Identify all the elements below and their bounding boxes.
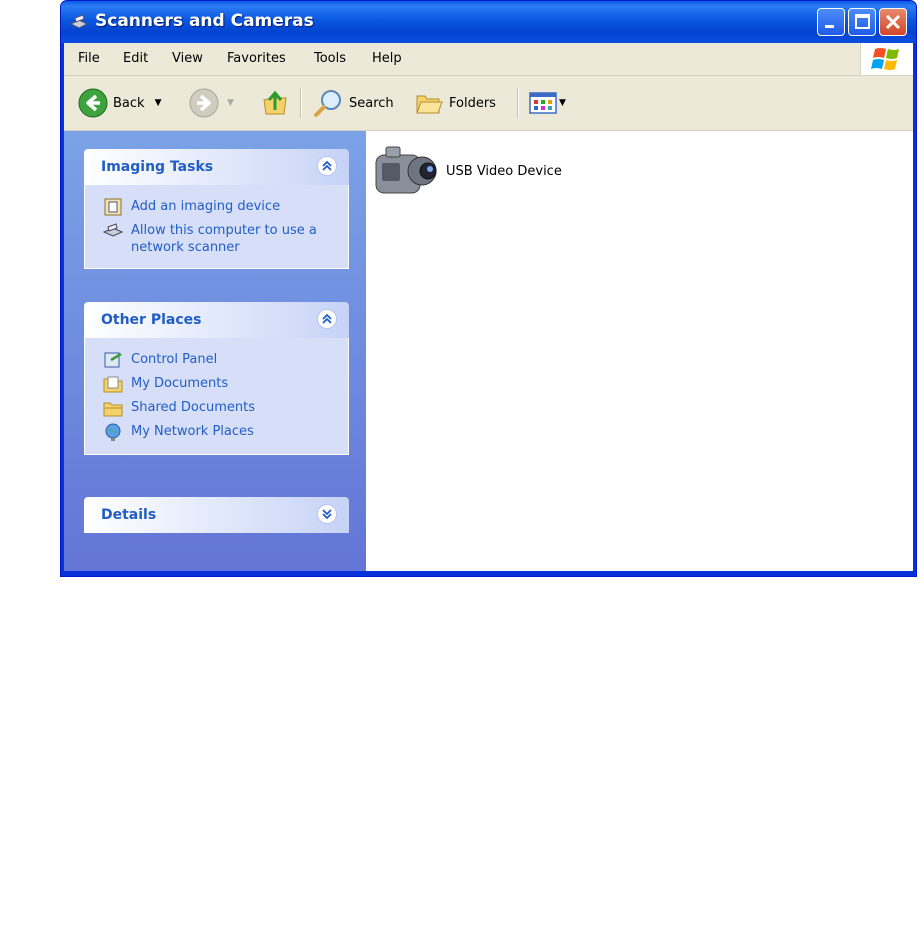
task-add-imaging-device[interactable]: Add an imaging device — [85, 195, 348, 219]
search-label: Search — [349, 95, 394, 111]
file-list-pane: USB Video Device — [366, 131, 913, 571]
imaging-tasks-body: Add an imaging device Allow this compute… — [84, 185, 349, 269]
details-group: Details — [84, 497, 349, 533]
windows-flag-icon — [871, 48, 899, 70]
control-panel-icon — [104, 352, 122, 368]
place-label: Control Panel — [131, 352, 218, 367]
device-label: USB Video Device — [446, 163, 562, 179]
forward-button[interactable]: ▼ — [189, 76, 234, 130]
folders-icon — [416, 95, 443, 114]
place-control-panel[interactable]: Control Panel — [85, 348, 348, 372]
task-label: Add an imaging device — [131, 199, 281, 214]
title-bar[interactable]: Scanners and Cameras — [61, 1, 916, 43]
task-pane: Imaging Tasks Add an imaging device Allo… — [64, 131, 366, 571]
minimize-button[interactable] — [817, 8, 845, 36]
other-places-group: Other Places Control Panel My Documents … — [84, 302, 349, 455]
menu-tools[interactable]: Tools — [314, 51, 346, 66]
device-usb-video[interactable]: USB Video Device — [372, 141, 562, 201]
chevron-up-icon — [322, 160, 332, 171]
up-folder-icon — [263, 90, 287, 115]
details-expand-button[interactable] — [317, 504, 337, 524]
imaging-tasks-header[interactable]: Imaging Tasks — [84, 149, 349, 185]
views-icon — [529, 92, 557, 114]
add-device-icon — [104, 198, 122, 216]
back-button[interactable]: Back ▼ — [78, 76, 161, 130]
imaging-tasks-group: Imaging Tasks Add an imaging device Allo… — [84, 149, 349, 269]
maximize-icon — [855, 14, 870, 29]
content-area: Imaging Tasks Add an imaging device Allo… — [64, 131, 913, 571]
other-places-header[interactable]: Other Places — [84, 302, 349, 338]
camcorder-icon — [375, 146, 437, 194]
window-title: Scanners and Cameras — [95, 11, 314, 31]
other-places-body: Control Panel My Documents Shared Docume… — [84, 338, 349, 455]
chevron-up-icon — [322, 313, 332, 324]
chevron-down-icon — [322, 509, 332, 520]
minimize-icon — [825, 25, 834, 28]
close-button[interactable] — [879, 8, 907, 36]
menu-bar: File Edit View Favorites Tools Help — [64, 43, 913, 76]
folders-button[interactable]: Folders — [414, 76, 496, 130]
place-label: Shared Documents — [131, 400, 256, 415]
scanner-camera-icon — [69, 14, 89, 29]
other-places-collapse-button[interactable] — [317, 309, 337, 329]
place-shared-documents[interactable]: Shared Documents — [85, 396, 348, 420]
views-button[interactable]: ▼ — [529, 76, 566, 130]
task-allow-network-scanner[interactable]: Allow this computer to use a network sca… — [85, 219, 348, 258]
back-arrow-icon — [78, 88, 108, 118]
back-dropdown-icon[interactable]: ▼ — [155, 98, 162, 108]
network-scanner-icon — [103, 223, 123, 237]
toolbar-separator — [300, 88, 302, 118]
forward-dropdown-icon[interactable]: ▼ — [227, 98, 234, 108]
place-label: My Network Places — [131, 424, 254, 439]
my-documents-icon — [103, 376, 123, 393]
place-my-network-places[interactable]: My Network Places — [85, 420, 348, 444]
explorer-window: Scanners and Cameras File Edit View Favo… — [60, 0, 917, 577]
other-places-title: Other Places — [101, 312, 202, 328]
up-folder-button[interactable] — [260, 76, 290, 130]
task-label: Allow this computer to use a network sca… — [131, 223, 317, 255]
windows-logo — [860, 43, 913, 75]
folders-label: Folders — [449, 95, 496, 111]
toolbar: Back ▼ ▼ Search Folders ▼ — [64, 76, 913, 131]
imaging-tasks-collapse-button[interactable] — [317, 156, 337, 176]
imaging-tasks-title: Imaging Tasks — [101, 159, 214, 175]
details-header[interactable]: Details — [84, 497, 349, 533]
menu-favorites[interactable]: Favorites — [227, 51, 286, 66]
views-dropdown-icon[interactable]: ▼ — [559, 98, 566, 108]
maximize-button[interactable] — [848, 8, 876, 36]
forward-arrow-icon — [189, 88, 219, 118]
close-icon — [885, 14, 901, 30]
menu-edit[interactable]: Edit — [123, 51, 148, 66]
back-label: Back — [113, 95, 145, 111]
network-places-icon — [105, 423, 121, 441]
menu-view[interactable]: View — [172, 51, 203, 66]
details-title: Details — [101, 507, 157, 523]
place-label: My Documents — [131, 376, 229, 391]
menu-file[interactable]: File — [78, 51, 100, 66]
menu-help[interactable]: Help — [372, 51, 402, 66]
place-my-documents[interactable]: My Documents — [85, 372, 348, 396]
shared-folder-icon — [103, 402, 123, 417]
search-button[interactable]: Search — [312, 76, 394, 130]
search-icon — [314, 90, 341, 117]
toolbar-separator — [517, 88, 519, 118]
